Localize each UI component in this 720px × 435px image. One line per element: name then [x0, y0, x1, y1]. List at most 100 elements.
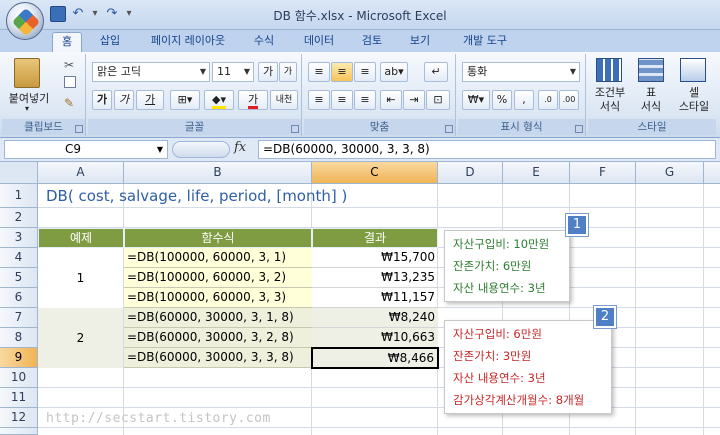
- chevron-down-icon: ▼: [156, 145, 163, 154]
- orientation-button[interactable]: ab▾: [380, 62, 408, 82]
- header-cell-result[interactable]: 결과: [312, 228, 438, 248]
- tab-formulas[interactable]: 수식: [246, 32, 282, 52]
- decrease-indent-button[interactable]: ⇤: [380, 90, 402, 110]
- group-label-font: 글꼴: [88, 119, 301, 135]
- formula-cell[interactable]: =DB(60000, 30000, 3, 3, 8): [124, 348, 312, 368]
- merge-center-button[interactable]: ⊡: [426, 90, 450, 110]
- column-header-e[interactable]: E: [503, 162, 570, 184]
- cut-icon[interactable]: ✂: [64, 58, 78, 72]
- row-header-10[interactable]: 10: [0, 368, 38, 388]
- align-center-button[interactable]: ≡: [331, 90, 353, 110]
- font-launcher-icon[interactable]: [291, 125, 299, 133]
- column-header-f[interactable]: F: [570, 162, 636, 184]
- select-all-corner[interactable]: [0, 162, 38, 184]
- column-header-b[interactable]: B: [124, 162, 312, 184]
- tab-page-layout[interactable]: 페이지 레이아웃: [140, 32, 236, 52]
- formula-cell[interactable]: =DB(100000, 60000, 3, 3): [124, 288, 312, 308]
- formula-cell[interactable]: =DB(60000, 30000, 3, 2, 8): [124, 328, 312, 348]
- number-launcher-icon[interactable]: [575, 125, 583, 133]
- row-header-12[interactable]: 12: [0, 408, 38, 428]
- borders-icon: ⊞▾: [177, 93, 193, 106]
- result-cell[interactable]: ₩15,700: [312, 248, 438, 268]
- row-header-7[interactable]: 7: [0, 308, 38, 328]
- increase-indent-button[interactable]: ⇥: [403, 90, 425, 110]
- align-right-button[interactable]: ≡: [354, 90, 376, 110]
- copy-icon[interactable]: [64, 76, 76, 88]
- font-color-button[interactable]: 가: [238, 90, 268, 110]
- conditional-format-label-2[interactable]: 서식: [588, 98, 632, 114]
- office-button[interactable]: [6, 2, 44, 40]
- cell-styles-icon[interactable]: [680, 58, 706, 82]
- align-bottom-button[interactable]: ≡: [354, 62, 376, 82]
- increase-decimal-button[interactable]: .0: [538, 90, 558, 110]
- result-cell[interactable]: ₩11,157: [312, 288, 438, 308]
- header-cell-formula[interactable]: 함수식: [124, 228, 312, 248]
- cell-styles-label-2[interactable]: 스타일: [672, 98, 716, 114]
- row-header-9[interactable]: 9: [0, 348, 38, 368]
- decrease-decimal-button[interactable]: .00: [559, 90, 579, 110]
- row-header-8[interactable]: 8: [0, 328, 38, 348]
- column-header-a[interactable]: A: [38, 162, 124, 184]
- example-label-cell[interactable]: 1: [38, 248, 123, 308]
- align-top-button[interactable]: ≡: [308, 62, 330, 82]
- active-cell-c9[interactable]: ₩8,466: [311, 347, 439, 369]
- align-middle-button[interactable]: ≡: [331, 62, 353, 82]
- name-box[interactable]: C9 ▼: [4, 140, 168, 159]
- shrink-font-button[interactable]: 가: [279, 62, 297, 82]
- tab-data[interactable]: 데이터: [296, 32, 342, 52]
- font-name-combo[interactable]: 맑은 고딕 ▼: [92, 62, 210, 82]
- bold-button[interactable]: 가: [92, 90, 112, 110]
- grow-font-button[interactable]: 가: [258, 62, 278, 82]
- phonetic-button[interactable]: 내천: [270, 90, 298, 110]
- header-cell-example[interactable]: 예제: [38, 228, 124, 248]
- example-label-cell[interactable]: 2: [38, 308, 123, 368]
- row-header-6[interactable]: 6: [0, 288, 38, 308]
- format-table-label-2[interactable]: 서식: [630, 98, 672, 114]
- row-header-11[interactable]: 11: [0, 388, 38, 408]
- wrap-text-button[interactable]: ↵: [424, 62, 448, 82]
- paste-icon[interactable]: [14, 58, 40, 88]
- formula-cell[interactable]: =DB(100000, 60000, 3, 1): [124, 248, 312, 268]
- alignment-launcher-icon[interactable]: [445, 125, 453, 133]
- row-header-4[interactable]: 4: [0, 248, 38, 268]
- row-header-3[interactable]: 3: [0, 228, 38, 248]
- result-cell[interactable]: ₩13,235: [312, 268, 438, 288]
- row-header-1[interactable]: 1: [0, 184, 38, 208]
- number-format-value: 통화: [467, 65, 488, 78]
- sheet-title-cell[interactable]: DB( cost, salvage, life, period, [month]…: [46, 186, 446, 206]
- tab-view[interactable]: 보기: [402, 32, 438, 52]
- format-table-icon[interactable]: [638, 58, 664, 82]
- formula-bar-splitter[interactable]: [172, 141, 230, 158]
- formula-cell[interactable]: =DB(100000, 60000, 3, 2): [124, 268, 312, 288]
- tab-developer[interactable]: 개발 도구: [452, 32, 518, 52]
- insert-function-icon[interactable]: fx: [234, 140, 246, 155]
- ribbon-tabs: 홈 삽입 페이지 레이아웃 수식 데이터 검토 보기 개발 도구: [0, 30, 720, 52]
- number-format-combo[interactable]: 통화 ▼: [462, 62, 580, 82]
- fill-color-button[interactable]: ◆▾: [204, 90, 234, 110]
- percent-button[interactable]: %: [492, 90, 512, 110]
- format-painter-icon[interactable]: ✎: [64, 96, 76, 110]
- conditional-format-icon[interactable]: [596, 58, 622, 82]
- result-cell[interactable]: ₩8,240: [312, 308, 438, 328]
- paste-dropdown-icon[interactable]: ▾: [22, 104, 32, 113]
- italic-button[interactable]: 가: [114, 90, 134, 110]
- column-header-c[interactable]: C: [312, 162, 438, 184]
- align-left-button[interactable]: ≡: [308, 90, 330, 110]
- result-cell[interactable]: ₩10,663: [312, 328, 438, 348]
- comma-button[interactable]: ,: [514, 90, 534, 110]
- column-header-d[interactable]: D: [438, 162, 503, 184]
- callout-badge-2: 2: [594, 306, 616, 328]
- row-header-5[interactable]: 5: [0, 268, 38, 288]
- tab-review[interactable]: 검토: [354, 32, 390, 52]
- column-header-g[interactable]: G: [636, 162, 704, 184]
- font-size-combo[interactable]: 11 ▼: [212, 62, 254, 82]
- tab-insert[interactable]: 삽입: [92, 32, 128, 52]
- underline-button[interactable]: 가: [136, 90, 164, 110]
- formula-cell[interactable]: =DB(60000, 30000, 3, 1, 8): [124, 308, 312, 328]
- currency-button[interactable]: ₩▾: [462, 90, 490, 110]
- borders-button[interactable]: ⊞▾: [170, 90, 200, 110]
- formula-input[interactable]: =DB(60000, 30000, 3, 3, 8): [258, 140, 716, 159]
- row-header-2[interactable]: 2: [0, 208, 38, 228]
- clipboard-launcher-icon[interactable]: [75, 125, 83, 133]
- tab-home[interactable]: 홈: [52, 32, 82, 52]
